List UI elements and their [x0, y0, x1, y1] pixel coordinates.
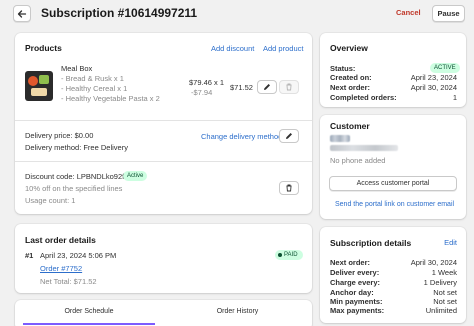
- customer-title: Customer: [330, 121, 370, 131]
- add-product-link[interactable]: Add product: [263, 44, 303, 53]
- edit-subscription-link[interactable]: Edit: [444, 238, 457, 247]
- product-total: $71.52: [230, 83, 253, 92]
- last-order-title: Last order details: [25, 235, 96, 245]
- divider: [15, 120, 312, 121]
- subscription-details-title: Subscription details: [330, 238, 412, 248]
- edit-product-button[interactable]: [257, 80, 277, 94]
- last-order-card: Last order details #1 April 23, 2024 5:0…: [15, 224, 312, 293]
- product-line-item: - Bread & Rusk x 1: [61, 74, 124, 83]
- overview-label: Created on:: [330, 73, 372, 82]
- overview-value: April 23, 2024: [410, 73, 457, 82]
- access-customer-portal-button[interactable]: Access customer portal: [329, 176, 457, 191]
- details-label: Min payments:: [330, 297, 383, 306]
- overview-label: Status:: [330, 64, 356, 73]
- meal-box-thumbnail: [25, 71, 53, 101]
- delivery-price: Delivery price: $0.00: [25, 131, 94, 140]
- tab-order-history[interactable]: Order History: [163, 308, 312, 315]
- products-title: Products: [25, 43, 62, 53]
- order-status: PAID: [284, 252, 298, 258]
- status-dot-icon: [278, 253, 282, 257]
- discount-status-badge: Active: [123, 171, 148, 181]
- customer-phone: No phone added: [330, 156, 386, 165]
- send-portal-link[interactable]: Send the portal link on customer email: [335, 201, 454, 208]
- order-link[interactable]: Order #7752: [40, 264, 82, 273]
- trash-icon: [286, 83, 292, 91]
- trash-icon: [286, 184, 292, 192]
- status-badge: ACTIVE: [430, 63, 460, 73]
- details-value: 1 Delivery: [423, 278, 457, 287]
- discount-description: 10% off on the specified lines: [25, 184, 123, 193]
- divider: [15, 161, 312, 162]
- customer-name-redacted[interactable]: [330, 135, 350, 142]
- pause-button[interactable]: Pause: [432, 5, 465, 22]
- details-value: Not set: [433, 297, 457, 306]
- order-paid-badge: PAID: [275, 250, 303, 260]
- details-value: Unlimited: [425, 306, 457, 315]
- edit-delivery-button[interactable]: [279, 129, 299, 143]
- details-value: April 30, 2024: [410, 258, 457, 267]
- product-line-item: - Healthy Vegetable Pasta x 2: [61, 94, 160, 103]
- details-label: Deliver every:: [330, 268, 380, 277]
- tab-order-schedule[interactable]: Order Schedule: [15, 308, 163, 315]
- add-discount-link[interactable]: Add discount: [211, 44, 254, 53]
- delivery-method: Delivery method: Free Delivery: [25, 143, 128, 152]
- pencil-icon: [264, 84, 270, 90]
- back-button[interactable]: [13, 5, 31, 22]
- order-number: #1: [25, 251, 34, 260]
- overview-value: April 30, 2024: [410, 83, 457, 92]
- overview-value: 1: [452, 93, 457, 102]
- remove-discount-button[interactable]: [279, 181, 299, 195]
- details-label: Charge every:: [330, 278, 381, 287]
- product-discount: -$7.94: [191, 88, 213, 97]
- customer-email-redacted: [330, 145, 398, 151]
- details-label: Max payments:: [330, 306, 385, 315]
- arrow-left-icon: [17, 9, 27, 18]
- page-title: Subscription #10614997211: [41, 6, 198, 20]
- product-unit-price: $79.46 x 1: [189, 78, 225, 87]
- details-label: Anchor day:: [330, 288, 374, 297]
- order-tabs-card: Order Schedule Order History: [15, 300, 312, 326]
- overview-title: Overview: [330, 43, 368, 53]
- pencil-icon: [286, 133, 292, 139]
- details-label: Next order:: [330, 258, 371, 267]
- order-net-total: Net Total: $71.52: [40, 277, 97, 286]
- delete-product-button[interactable]: [279, 80, 299, 94]
- change-delivery-method-link[interactable]: Change delivery method: [201, 132, 282, 141]
- overview-label: Next order:: [330, 83, 371, 92]
- overview-card: Overview Status: ACTIVE Created on: Apri…: [320, 33, 466, 107]
- discount-usage-count: Usage count: 1: [25, 196, 76, 205]
- active-tab-indicator: [23, 323, 155, 325]
- subscription-details-card: Subscription details Edit Next order: Ap…: [320, 227, 466, 323]
- product-name: Meal Box: [61, 64, 93, 73]
- customer-card: Customer No phone added Access customer …: [320, 115, 466, 219]
- discount-code: Discount code: LPBNDLko92f: [25, 172, 125, 181]
- details-value: 1 Week: [431, 268, 457, 277]
- products-card: Products Add discount Add product Meal B…: [15, 33, 312, 214]
- order-date: April 23, 2024 5:06 PM: [40, 251, 117, 260]
- details-value: Not set: [433, 288, 457, 297]
- cancel-subscription-link[interactable]: Cancel: [396, 8, 421, 17]
- product-line-item: - Healthy Cereal x 1: [61, 84, 128, 93]
- overview-label: Completed orders:: [330, 93, 397, 102]
